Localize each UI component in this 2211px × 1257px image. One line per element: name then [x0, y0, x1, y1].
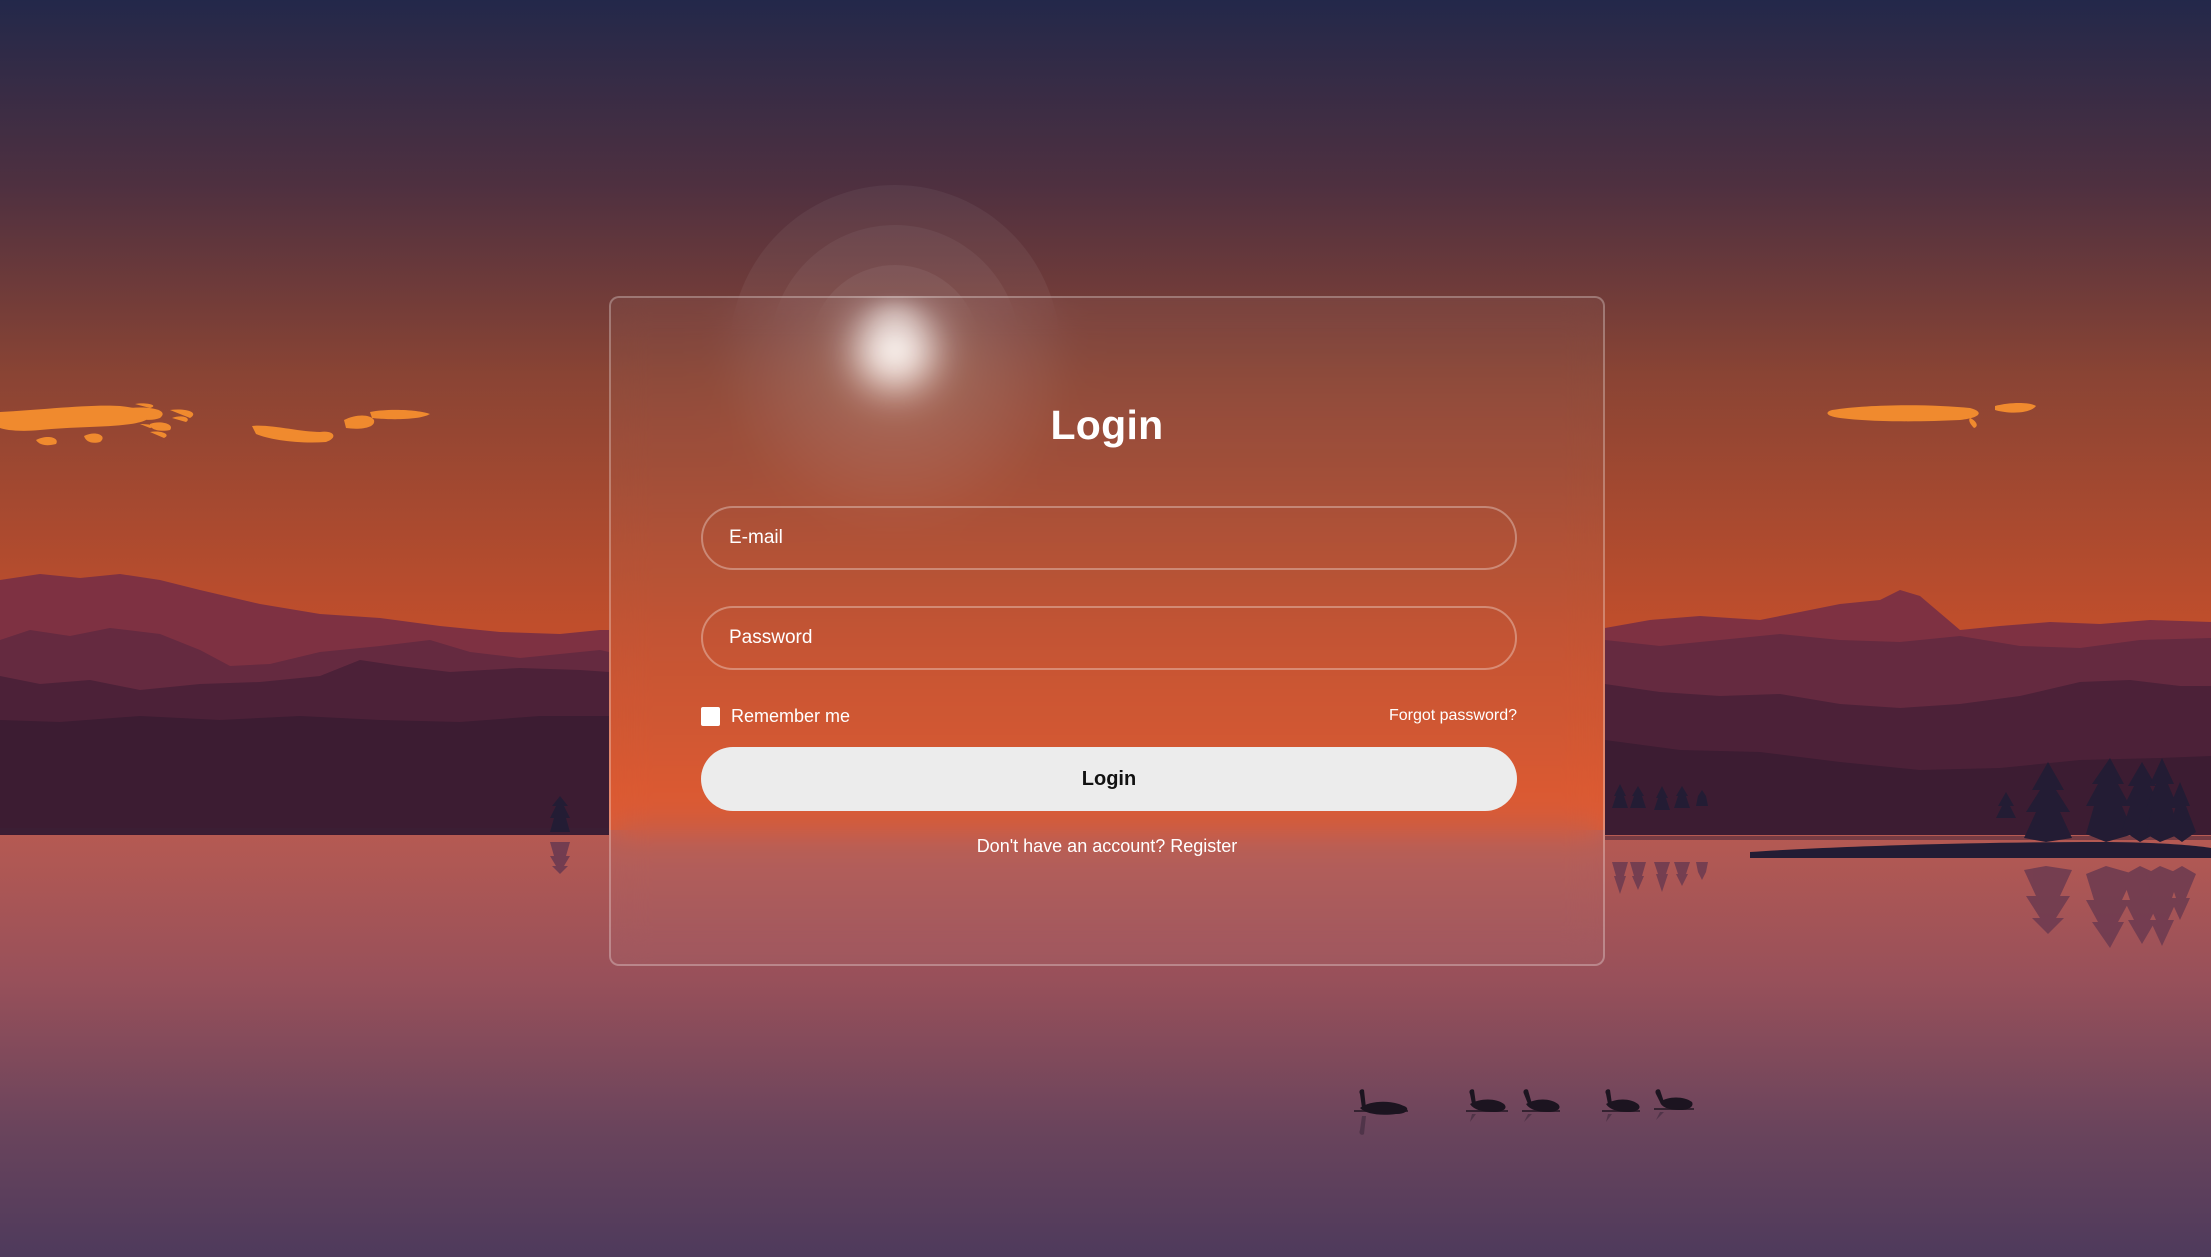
password-input[interactable] [703, 608, 1515, 668]
email-input[interactable] [703, 508, 1515, 568]
login-card: Login Remember me Forgot password? Login… [609, 296, 1605, 966]
options-row: Remember me Forgot password? [701, 706, 1517, 734]
forgot-password-link[interactable]: Forgot password? [1389, 707, 1517, 725]
remember-me-toggle[interactable]: Remember me [701, 706, 850, 727]
login-button[interactable]: Login [701, 747, 1517, 811]
register-prompt: Don't have an account? Register [611, 836, 1603, 857]
page-title: Login [1050, 402, 1164, 448]
password-field-container[interactable] [701, 606, 1517, 670]
remember-me-checkbox[interactable] [701, 707, 720, 726]
remember-me-label: Remember me [731, 706, 851, 726]
background-scene: Login Remember me Forgot password? Login… [0, 0, 2211, 1257]
register-prompt-text: Don't have an account? [976, 836, 1171, 856]
register-link[interactable]: Register [1170, 836, 1237, 856]
email-field-container[interactable] [701, 506, 1517, 570]
